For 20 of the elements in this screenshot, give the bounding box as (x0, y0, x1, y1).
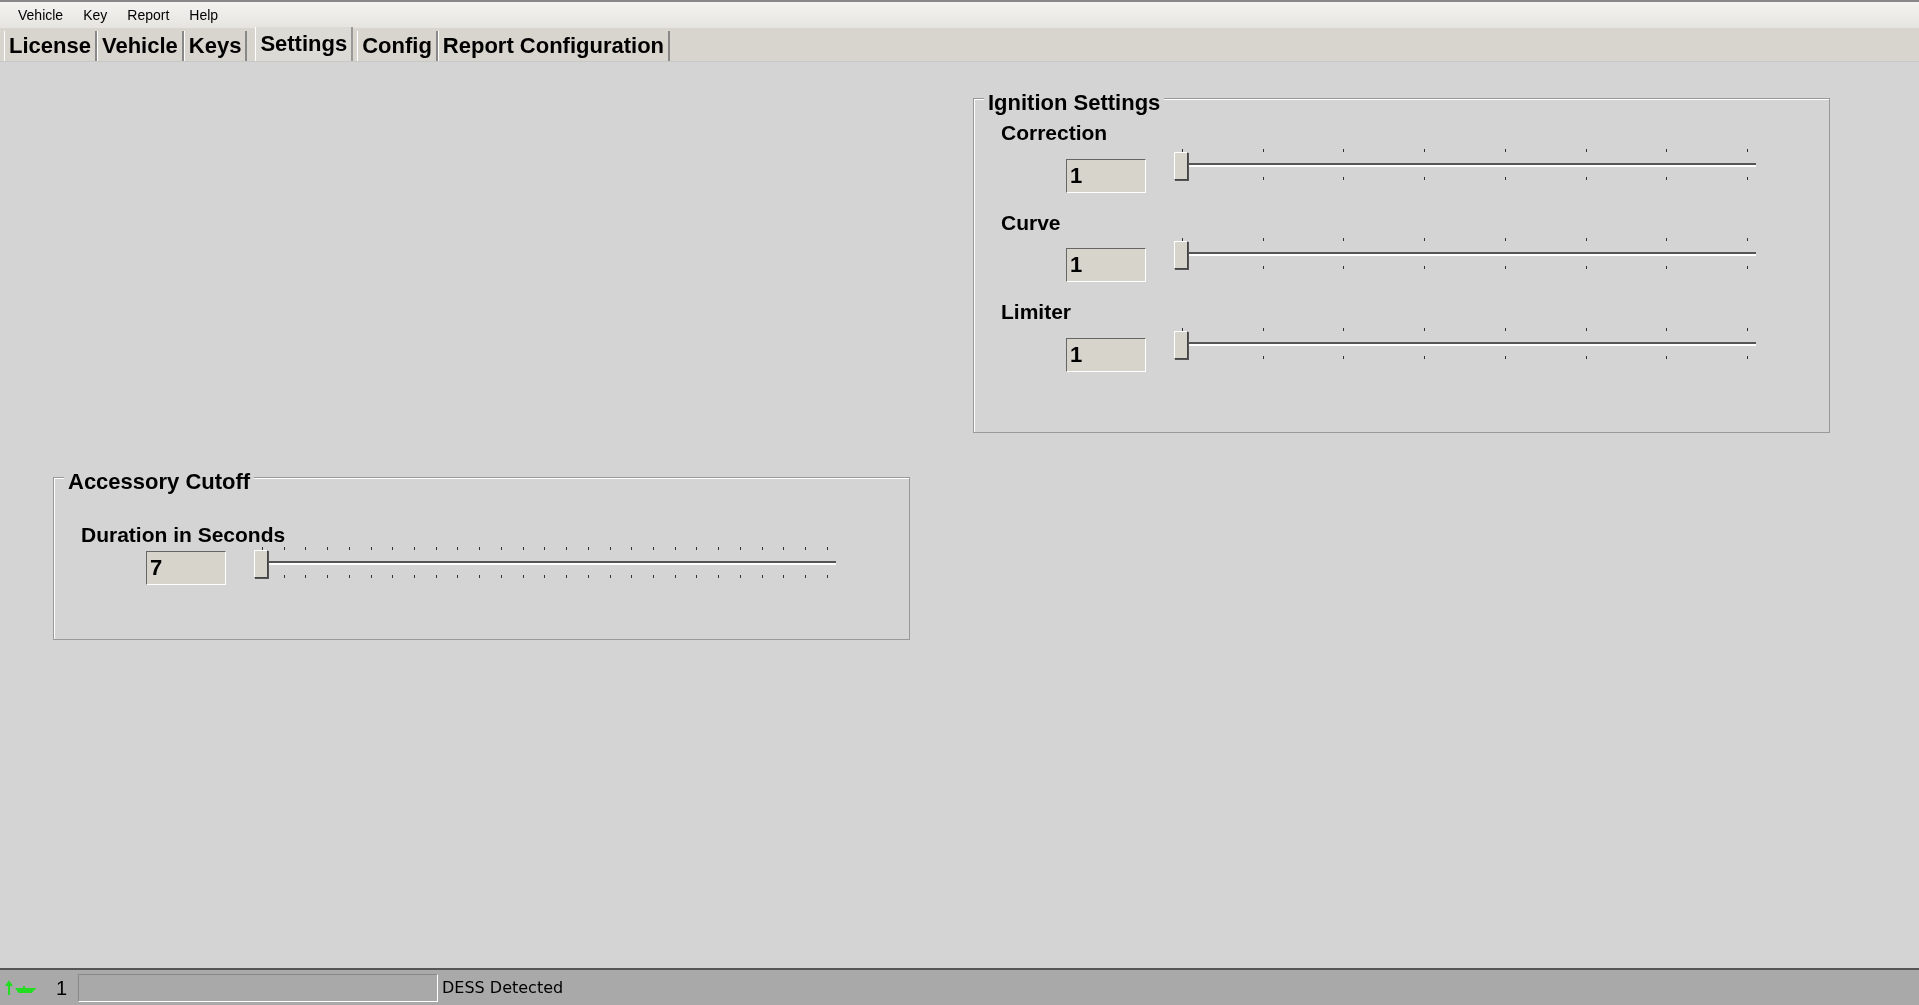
status-count: 1 (56, 975, 69, 1001)
menu-item[interactable]: Key (73, 4, 118, 26)
value-field[interactable]: 1 (1066, 337, 1146, 372)
status-message: DESS Detected (442, 976, 564, 999)
tab[interactable]: Report Configuration (437, 31, 671, 61)
setting-label: Limiter (1001, 299, 1072, 325)
value-field[interactable]: 1 (1066, 248, 1146, 282)
menu-item[interactable]: Vehicle (8, 4, 74, 26)
setting-label: Curve (1001, 209, 1062, 236)
setting-label: Correction (1001, 120, 1109, 146)
menu-item[interactable]: Report (117, 4, 180, 26)
tab[interactable]: Vehicle (96, 31, 184, 61)
value-field[interactable]: 7 (146, 550, 226, 585)
tab[interactable]: Settings (255, 27, 354, 61)
setting-label: Duration in Seconds (81, 522, 287, 548)
tab[interactable]: Keys (183, 31, 248, 61)
menu-item[interactable]: Help (179, 4, 229, 26)
tab[interactable]: Config (357, 31, 438, 61)
value-field[interactable]: 1 (1066, 158, 1146, 193)
tab[interactable]: License (4, 31, 97, 61)
